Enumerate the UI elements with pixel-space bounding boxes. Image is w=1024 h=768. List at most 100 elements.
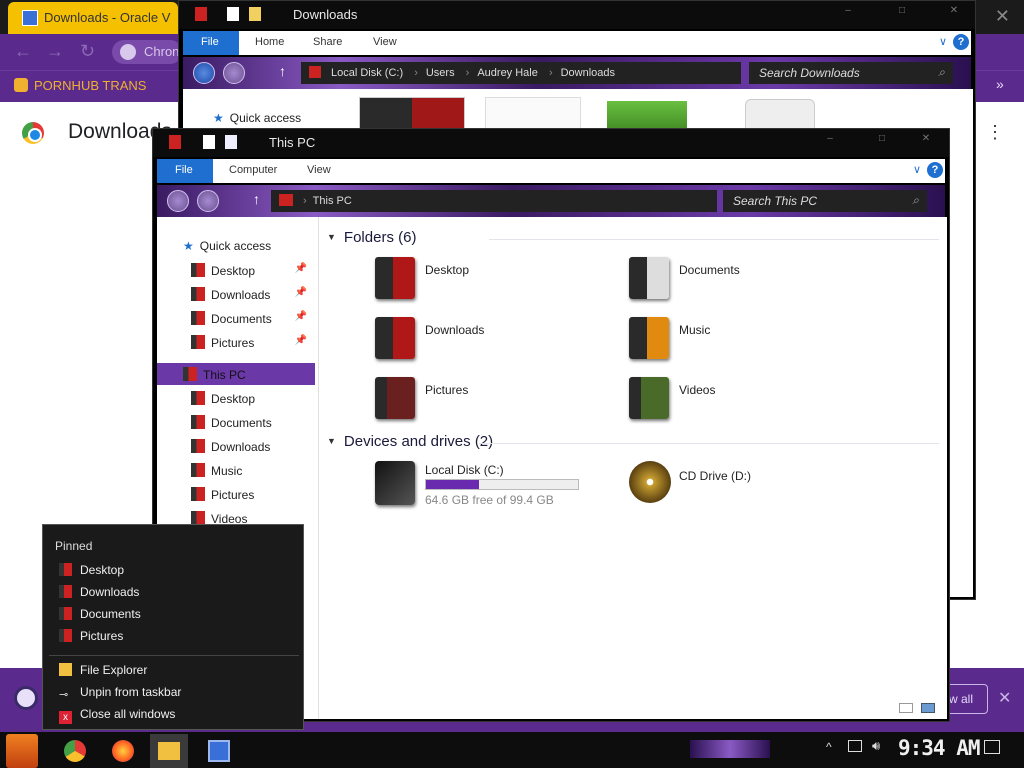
desktop-folder-icon[interactable] xyxy=(375,257,415,299)
jump-list-item[interactable]: Documents xyxy=(59,607,141,621)
network-icon[interactable] xyxy=(848,740,862,752)
maximize-button[interactable]: □ xyxy=(865,133,899,147)
close-button[interactable]: ✕ xyxy=(937,5,971,19)
downloads-icon xyxy=(59,585,72,598)
details-view-icon[interactable] xyxy=(899,703,913,713)
nav-pc-desktop[interactable]: Desktop xyxy=(191,391,255,406)
nav-pinned-desktop[interactable]: Desktop 📌 xyxy=(191,263,315,278)
new-folder-icon[interactable] xyxy=(249,7,261,21)
folder-label[interactable]: Downloads xyxy=(425,323,484,337)
help-icon[interactable]: ? xyxy=(927,162,943,178)
crumb-local-disk[interactable]: Local Disk (C:) xyxy=(331,67,403,79)
crumb-users[interactable]: Users xyxy=(426,67,455,79)
forward-button[interactable] xyxy=(223,62,245,84)
new-folder-icon[interactable] xyxy=(225,135,237,149)
jump-list-label: Desktop xyxy=(80,563,125,577)
tab-file[interactable]: File xyxy=(183,31,239,55)
jump-list-file-explorer[interactable]: File Explorer xyxy=(59,663,147,677)
nav-quick-access[interactable]: ★ Quick access xyxy=(213,111,301,125)
folder-label[interactable]: Documents xyxy=(679,263,740,277)
jump-list-close-all[interactable]: x Close all windows xyxy=(59,707,175,724)
close-button[interactable]: ✕ xyxy=(909,133,943,147)
up-arrow-icon[interactable]: ↑ xyxy=(253,191,260,207)
nav-this-pc[interactable]: This PC xyxy=(157,363,315,385)
up-arrow-icon[interactable]: ↑ xyxy=(279,63,286,79)
downloads-folder-icon[interactable] xyxy=(375,317,415,359)
nav-pc-music[interactable]: Music xyxy=(191,463,242,478)
reload-icon[interactable]: ↻ xyxy=(80,41,95,62)
nav-pinned-downloads[interactable]: Downloads 📌 xyxy=(191,287,315,302)
jump-list-unpin[interactable]: ⊸ Unpin from taskbar xyxy=(59,685,181,701)
forward-icon[interactable]: → xyxy=(46,41,64,62)
large-icons-view-icon[interactable] xyxy=(921,703,935,713)
window-title: Downloads xyxy=(293,7,358,22)
chrome-close-icon[interactable]: ✕ xyxy=(995,6,1010,27)
search-box[interactable]: Search This PC ⌕ xyxy=(723,190,927,212)
tab-computer[interactable]: Computer xyxy=(229,164,277,176)
videos-folder-icon[interactable] xyxy=(629,377,669,419)
tab-file[interactable]: File xyxy=(157,159,213,183)
help-icon[interactable]: ? xyxy=(953,34,969,50)
ribbon-expand-icon[interactable]: ∨ xyxy=(939,35,947,48)
cd-drive-icon[interactable] xyxy=(629,461,671,503)
more-options-icon[interactable]: ⋮ xyxy=(986,122,1004,143)
documents-folder-icon[interactable] xyxy=(629,257,669,299)
notifications-icon[interactable] xyxy=(984,740,1000,754)
tab-view[interactable]: View xyxy=(307,164,331,176)
crumb-user[interactable]: Audrey Hale xyxy=(477,67,538,79)
jump-list-item[interactable]: Desktop xyxy=(59,563,124,577)
crumb-downloads[interactable]: Downloads xyxy=(561,67,615,79)
folder-label[interactable]: Music xyxy=(679,323,710,337)
properties-icon[interactable] xyxy=(203,135,215,149)
show-hidden-icons-icon[interactable]: ^ xyxy=(826,740,832,754)
folder-label[interactable]: Desktop xyxy=(425,263,469,277)
download-file-icon[interactable] xyxy=(14,686,38,710)
back-button[interactable] xyxy=(167,190,189,212)
taskbar-file-explorer[interactable] xyxy=(150,734,188,768)
back-icon[interactable]: ← xyxy=(14,41,32,62)
hard-drive-icon[interactable] xyxy=(375,461,415,505)
nav-pinned-documents[interactable]: Documents 📌 xyxy=(191,311,315,326)
tab-home[interactable]: Home xyxy=(255,36,284,48)
omnibox[interactable]: Chron xyxy=(112,40,182,64)
back-button[interactable] xyxy=(193,62,215,84)
drive-label[interactable]: Local Disk (C:) xyxy=(425,463,504,477)
crumb-this-pc[interactable]: This PC xyxy=(313,195,352,207)
address-bar[interactable]: › This PC xyxy=(271,190,717,212)
tab-share[interactable]: Share xyxy=(313,36,342,48)
drive-label[interactable]: CD Drive (D:) xyxy=(679,469,751,483)
taskbar-chrome[interactable] xyxy=(56,734,94,768)
music-folder-icon[interactable] xyxy=(629,317,669,359)
taskbar-firefox[interactable] xyxy=(104,734,142,768)
properties-icon[interactable] xyxy=(227,7,239,21)
pictures-folder-icon[interactable] xyxy=(375,377,415,419)
nav-pc-pictures[interactable]: Pictures xyxy=(191,487,254,502)
chrome-tab[interactable]: Downloads - Oracle V xyxy=(8,2,178,34)
search-box[interactable]: Search Downloads ⌕ xyxy=(749,62,953,84)
drives-group-header[interactable]: ▼ Devices and drives (2) xyxy=(327,433,493,450)
taskbar-clock[interactable]: 9:34 AM xyxy=(898,736,981,760)
jump-list-item[interactable]: Pictures xyxy=(59,629,123,643)
nav-pinned-pictures[interactable]: Pictures 📌 xyxy=(191,335,315,350)
bookmark-item[interactable]: PORNHUB TRANS xyxy=(14,78,146,93)
minimize-button[interactable]: – xyxy=(813,133,847,147)
volume-icon[interactable]: 🔊︎ xyxy=(872,738,880,754)
minimize-button[interactable]: – xyxy=(831,5,865,19)
tab-view[interactable]: View xyxy=(373,36,397,48)
bookmarks-overflow-icon[interactable]: » xyxy=(996,76,1004,92)
folder-label[interactable]: Pictures xyxy=(425,383,468,397)
address-bar[interactable]: Local Disk (C:) › Users › Audrey Hale › Dow… xyxy=(301,62,741,84)
jump-list-item[interactable]: Downloads xyxy=(59,585,139,599)
folder-label[interactable]: Videos xyxy=(679,383,715,397)
maximize-button[interactable]: □ xyxy=(885,5,919,19)
nav-pc-downloads[interactable]: Downloads xyxy=(191,439,270,454)
start-button[interactable] xyxy=(6,734,38,768)
taskbar-virtualbox[interactable] xyxy=(200,734,238,768)
forward-button[interactable] xyxy=(197,190,219,212)
shelf-close-icon[interactable]: ✕ xyxy=(998,688,1011,708)
nav-quick-access[interactable]: ★ Quick access xyxy=(183,239,271,253)
ribbon-expand-icon[interactable]: ∨ xyxy=(913,163,921,176)
bookmark-label: PORNHUB TRANS xyxy=(34,78,147,93)
nav-pc-documents[interactable]: Documents xyxy=(191,415,272,430)
folders-group-header[interactable]: ▼ Folders (6) xyxy=(327,229,416,246)
